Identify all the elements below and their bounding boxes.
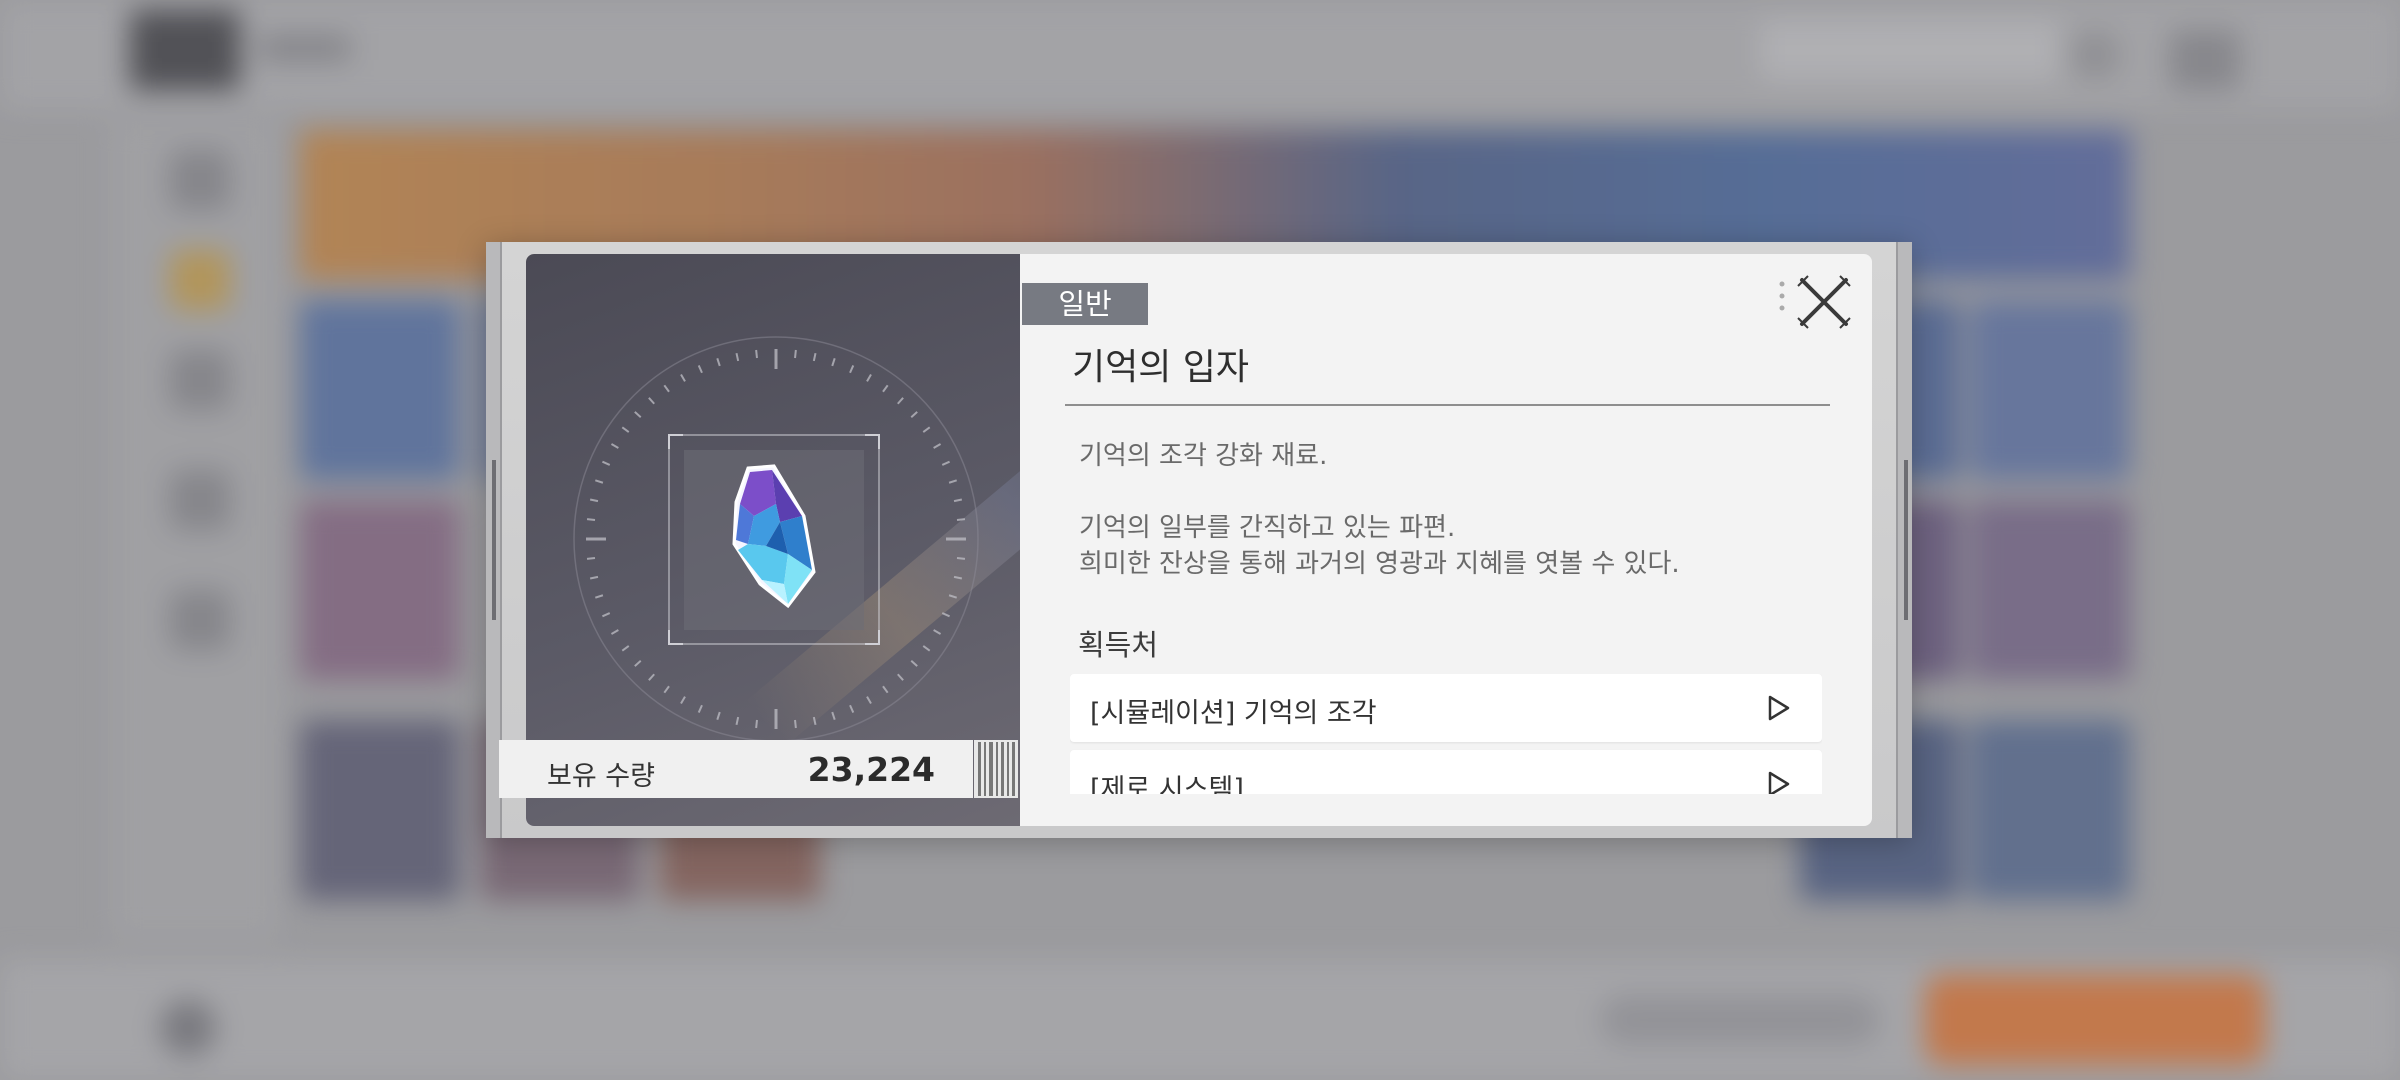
dial-tick	[910, 411, 918, 418]
dial-tick	[922, 426, 931, 433]
dial-tick	[594, 594, 604, 599]
dial-tick	[794, 349, 797, 359]
dial-tick	[812, 352, 817, 362]
description-line: 기억의 일부를 간직하고 있는 파편.	[1079, 513, 1456, 543]
close-icon	[1797, 275, 1851, 329]
dial-tick	[621, 426, 630, 433]
dial-tick	[663, 384, 670, 393]
item-title: 기억의 입자	[1072, 347, 1250, 388]
dial-tick	[953, 498, 963, 503]
dial-tick	[634, 660, 642, 667]
category-tag: 일반	[1022, 283, 1148, 325]
dial-tick	[953, 575, 963, 580]
dial-tick	[933, 443, 942, 449]
frame-bar	[1904, 460, 1908, 620]
dial-tick	[956, 557, 966, 560]
dial-tick	[897, 673, 904, 681]
dial-tick	[602, 460, 611, 466]
dial-tick	[735, 352, 740, 362]
dial-tick	[755, 349, 758, 359]
dial-tick	[849, 704, 855, 713]
dial-tick	[648, 397, 655, 405]
dial-tick	[831, 711, 836, 721]
owned-quantity-label: 보유 수량	[547, 761, 655, 792]
dial-tick	[910, 660, 918, 667]
dial-tick	[933, 629, 942, 635]
play-icon	[1768, 771, 1790, 794]
frame-bar	[492, 460, 496, 620]
dial-tick	[812, 716, 817, 726]
source-item-zero-system[interactable]: [제로 시스템]	[1070, 750, 1822, 794]
dial-tick	[956, 518, 966, 521]
dial-tick	[882, 685, 889, 694]
dial-tick	[586, 518, 596, 521]
dial-tick	[922, 645, 931, 652]
description-line: 기억의 조각 강화 재료.	[1079, 441, 1328, 471]
description-line: 희미한 잔상을 통해 과거의 영광과 지혜를 엿볼 수 있다.	[1079, 549, 1680, 579]
dial-tick	[610, 443, 619, 449]
dial-tick	[831, 357, 836, 367]
dial-tick	[716, 357, 721, 367]
owned-quantity-value: 23,224	[807, 750, 935, 789]
dial-tick	[589, 575, 599, 580]
dial-tick	[602, 612, 611, 618]
dial-tick	[716, 711, 721, 721]
source-item-label: [시뮬레이션] 기억의 조각	[1090, 698, 1377, 729]
owned-quantity-bar: 보유 수량 23,224	[499, 740, 973, 798]
dial-tick	[680, 696, 686, 705]
dial-tick	[589, 498, 599, 503]
dial-tick	[882, 384, 889, 393]
sources-heading: 획득처	[1078, 628, 1159, 662]
dial-tick	[897, 397, 904, 405]
dial-tick	[941, 460, 950, 466]
dial-tick	[755, 719, 758, 729]
dial-tick	[948, 594, 958, 599]
frame-edge-right	[1896, 242, 1912, 838]
drag-dots-icon	[1779, 281, 1785, 311]
dial-tick	[697, 365, 703, 374]
dial-tick	[621, 645, 630, 652]
dial-tick	[849, 365, 855, 374]
dial-tick	[948, 479, 958, 484]
dial-tick	[634, 411, 642, 418]
sources-list[interactable]: [시뮬레이션] 기억의 조각 [제로 시스템]	[1070, 674, 1822, 794]
source-item-label: [제로 시스템]	[1090, 774, 1244, 794]
barcode-decoration	[974, 740, 1018, 798]
title-divider	[1065, 404, 1830, 406]
item-description: 기억의 조각 강화 재료. 기억의 일부를 간직하고 있는 파편. 희미한 잔상…	[1079, 438, 1819, 582]
dial-tick	[735, 716, 740, 726]
close-button[interactable]	[1794, 272, 1854, 332]
dial-tick	[866, 373, 872, 382]
dial-tick	[697, 704, 703, 713]
dial-tick	[586, 557, 596, 560]
dial-tick	[663, 685, 670, 694]
dial-tick	[794, 719, 797, 729]
dial-tick	[610, 629, 619, 635]
dial-tick	[594, 479, 604, 484]
dial-tick	[941, 612, 950, 618]
dial-tick	[680, 373, 686, 382]
play-icon	[1768, 695, 1790, 721]
dial-tick	[866, 696, 872, 705]
source-item-simulation[interactable]: [시뮬레이션] 기억의 조각	[1070, 674, 1822, 742]
dial-tick	[648, 673, 655, 681]
